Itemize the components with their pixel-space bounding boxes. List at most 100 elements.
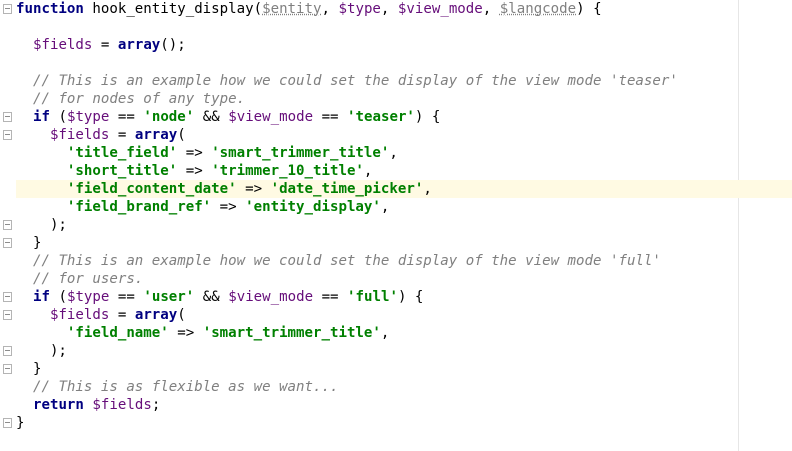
right-margin-guide (738, 0, 739, 451)
keyword-token: return (32, 397, 84, 413)
string-token: 'full' (347, 289, 398, 305)
fold-marker-icon[interactable] (3, 346, 12, 356)
code-line[interactable]: return $fields; (16, 396, 738, 414)
variable-token: $view_mode (397, 1, 483, 17)
code-text: => (236, 181, 271, 197)
code-text: ) { (414, 109, 441, 125)
unused-parameter-token: $entity (262, 1, 322, 17)
code-line[interactable]: if ($type == 'user' && $view_mode == 'fu… (16, 288, 738, 306)
string-token: 'title_field' (66, 145, 178, 161)
code-line[interactable]: 'title_field' => 'smart_trimmer_title', (16, 144, 738, 162)
code-line[interactable]: } (16, 234, 738, 252)
string-token: 'smart_trimmer_title' (202, 325, 381, 341)
code-line[interactable]: $fields = array( (16, 306, 738, 324)
code-text: hook_entity_display( (83, 1, 263, 17)
code-line[interactable]: // This is as flexible as we want... (16, 378, 738, 396)
code-text: , (389, 145, 398, 161)
code-text: ( (177, 127, 186, 143)
code-line[interactable] (16, 54, 738, 72)
fold-marker-icon[interactable] (3, 130, 12, 140)
code-line[interactable]: 'short_title' => 'trimmer_10_title', (16, 162, 738, 180)
comment-token: // This is as flexible as we want... (32, 379, 339, 395)
code-text: && (194, 109, 229, 125)
fold-marker-icon[interactable] (3, 364, 12, 374)
fold-marker-icon[interactable] (3, 292, 12, 302)
string-token: 'short_title' (66, 163, 178, 179)
code-text: } (16, 361, 42, 377)
string-token: 'field_brand_ref' (66, 199, 212, 215)
code-area[interactable]: function hook_entity_display($entity, $t… (16, 0, 792, 432)
string-token: 'date_time_picker' (270, 181, 424, 197)
fold-marker-icon[interactable] (3, 418, 12, 428)
code-line[interactable]: // for users. (16, 270, 738, 288)
code-line[interactable]: $fields = array(); (16, 36, 738, 54)
code-line[interactable]: // for nodes of any type. (16, 90, 738, 108)
code-text: = (92, 37, 118, 53)
code-text: ( (49, 289, 67, 305)
code-text: => (177, 163, 212, 179)
code-line[interactable] (16, 18, 738, 36)
code-line[interactable]: } (16, 360, 738, 378)
fold-marker-icon[interactable] (3, 112, 12, 122)
code-line[interactable]: // This is an example how we could set t… (16, 72, 738, 90)
code-text: ); (16, 217, 67, 233)
comment-token: // This is an example how we could set t… (32, 253, 661, 269)
fold-marker-icon[interactable] (3, 238, 12, 248)
keyword-token: if (32, 109, 50, 125)
comment-token: // for users. (32, 271, 144, 287)
fold-marker-icon[interactable] (3, 220, 12, 230)
code-text: == (313, 289, 348, 305)
code-text: = (109, 307, 135, 323)
editor-gutter[interactable] (0, 0, 16, 451)
code-text: ( (49, 109, 67, 125)
code-line[interactable]: function hook_entity_display($entity, $t… (16, 0, 738, 18)
code-text: && (194, 289, 229, 305)
string-token: 'entity_display' (245, 199, 381, 215)
variable-token: $type (338, 1, 381, 17)
code-text: , (482, 1, 500, 17)
fold-marker-icon[interactable] (3, 310, 12, 320)
code-text: (); (160, 37, 186, 53)
code-text: ; (151, 397, 161, 413)
string-token: 'node' (143, 109, 195, 125)
string-token: 'field_content_date' (66, 181, 237, 197)
variable-token: $fields (32, 37, 93, 53)
variable-token: $type (66, 289, 110, 305)
code-line[interactable]: 'field_name' => 'smart_trimmer_title', (16, 324, 738, 342)
code-text: , (363, 163, 373, 179)
string-token: 'trimmer_10_title' (211, 163, 364, 179)
code-line[interactable]: $fields = array( (16, 126, 738, 144)
variable-token: $fields (92, 397, 152, 413)
code-text: => (177, 145, 212, 161)
variable-token: $view_mode (228, 109, 314, 125)
string-token: 'teaser' (347, 109, 415, 125)
code-line[interactable]: ); (16, 216, 738, 234)
code-line[interactable]: ); (16, 342, 738, 360)
code-line[interactable]: if ($type == 'node' && $view_mode == 'te… (16, 108, 738, 126)
code-text: => (168, 325, 203, 341)
string-token: 'user' (143, 289, 195, 305)
string-token: 'smart_trimmer_title' (211, 145, 390, 161)
fold-marker-icon[interactable] (3, 4, 12, 14)
code-text: , (423, 181, 432, 197)
comment-token: // for nodes of any type. (32, 91, 246, 107)
keyword-token: function (16, 1, 84, 17)
keyword-token: array (117, 37, 161, 53)
code-text: , (380, 325, 390, 341)
code-editor[interactable]: function hook_entity_display($entity, $t… (0, 0, 792, 451)
code-line[interactable]: // This is an example how we could set t… (16, 252, 738, 270)
code-line[interactable]: } (16, 414, 738, 432)
current-code-line[interactable]: 'field_content_date' => 'date_time_picke… (16, 180, 792, 198)
code-text: == (109, 289, 144, 305)
code-text: } (16, 415, 25, 431)
code-line[interactable]: 'field_brand_ref' => 'entity_display', (16, 198, 738, 216)
